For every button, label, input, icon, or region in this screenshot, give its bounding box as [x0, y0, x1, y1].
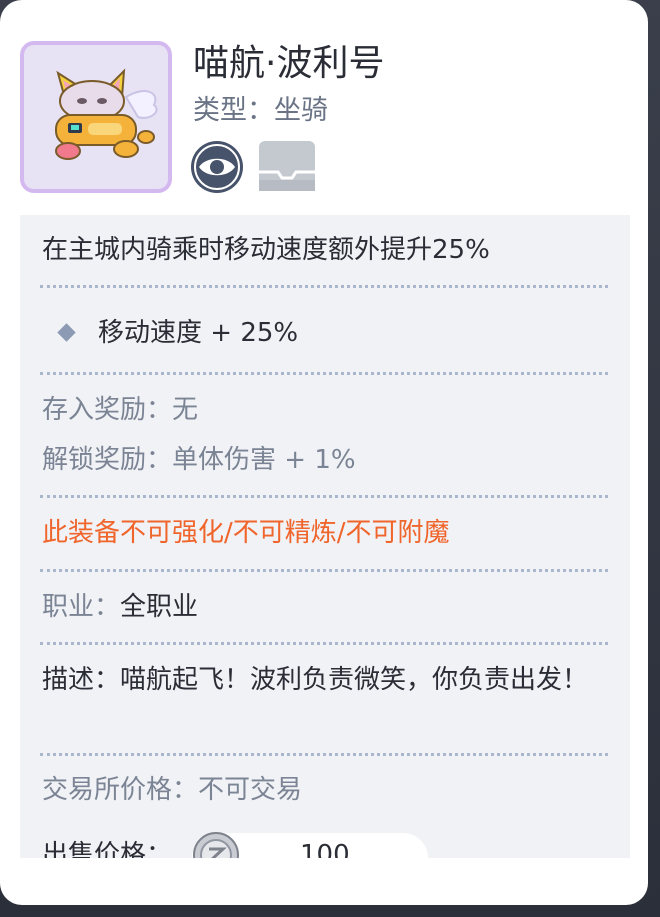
stat-value: + 25%: [210, 318, 299, 348]
unlock-reward-value: 单体伤害 + 1%: [172, 445, 356, 475]
divider: [40, 569, 608, 572]
deposit-reward-label: 存入奖励：: [42, 395, 173, 425]
unlock-reward: 解锁奖励：单体伤害 + 1%: [42, 442, 356, 478]
preview-eye-button[interactable]: [190, 140, 244, 194]
job-label: 职业：: [42, 592, 121, 622]
sell-price-label: 出售价格：: [42, 840, 173, 858]
deposit-reward: 存入奖励：无: [42, 392, 198, 428]
divider: [40, 642, 608, 645]
divider: [40, 372, 608, 375]
divider: [40, 495, 608, 498]
market-price-value: 不可交易: [198, 775, 303, 805]
effect-description: 在主城内骑乘时移动速度额外提升25%: [42, 235, 490, 265]
cat-hovercraft-mount-icon: [55, 68, 158, 160]
silver-zeny-coin-icon: [193, 832, 239, 858]
deposit-reward-value: 无: [172, 395, 199, 425]
item-tooltip-card: 喵航·波利号 类型：坐骑 在主城内骑乘时移动速度额外提升25% 移动速度 + 2…: [0, 0, 648, 905]
market-price: 交易所价格：不可交易: [42, 772, 302, 808]
wardrobe-tray-button[interactable]: [258, 140, 316, 192]
stat-label: 移动速度: [98, 318, 203, 348]
stat-bullet-icon: [57, 323, 76, 342]
stat-line: 移动速度 + 25%: [98, 315, 298, 351]
divider: [40, 285, 608, 288]
desc-value: 喵航起飞！波利负责微笑，你负责出发！: [120, 665, 589, 695]
item-type-label: 类型：: [193, 95, 274, 126]
sell-price-value: 100: [300, 840, 350, 858]
divider: [40, 753, 608, 756]
item-name: 喵航·波利号: [193, 43, 385, 84]
restriction-notice: 此装备不可强化/不可精炼/不可附魔: [42, 518, 450, 548]
desc-label: 描述：: [42, 665, 121, 695]
item-detail-panel: 在主城内骑乘时移动速度额外提升25% 移动速度 + 25% 存入奖励：无 解锁奖…: [20, 215, 630, 858]
item-type: 类型：坐骑: [193, 92, 328, 130]
job-value: 全职业: [120, 592, 199, 622]
job-requirement: 职业：全职业: [42, 589, 198, 625]
market-price-label: 交易所价格：: [42, 775, 199, 805]
unlock-reward-label: 解锁奖励：: [42, 445, 173, 475]
item-type-value: 坐骑: [274, 95, 328, 126]
item-icon-frame: [20, 41, 172, 193]
item-description: 描述：喵航起飞！波利负责微笑，你负责出发！: [42, 662, 602, 698]
